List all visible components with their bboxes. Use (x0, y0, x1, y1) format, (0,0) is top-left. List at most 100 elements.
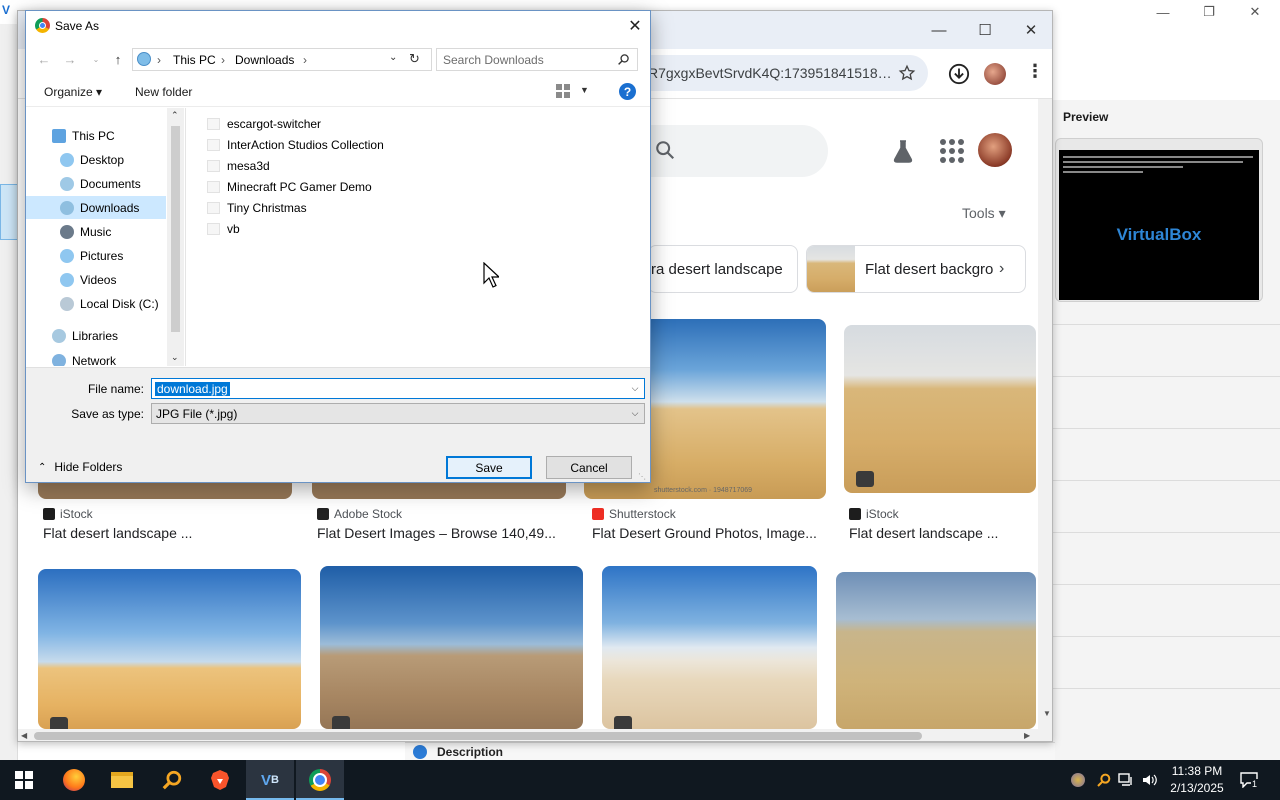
refresh-icon[interactable]: ↻ (409, 51, 420, 67)
nav-item-documents[interactable]: Documents (26, 172, 166, 195)
nav-item-downloads[interactable]: Downloads (26, 196, 166, 219)
page-horizontal-scrollbar[interactable]: ◀ ▶ (18, 729, 1052, 741)
resize-grip-icon[interactable]: ⋱ (638, 472, 646, 481)
recent-locations-chevron-icon[interactable]: ⌄ (86, 49, 106, 69)
folder-item[interactable]: escargot-switcher (207, 113, 321, 134)
address-dropdown-icon[interactable]: ⌄ (389, 52, 397, 63)
search-downloads-box[interactable] (436, 48, 638, 71)
nav-item-videos[interactable]: Videos (26, 268, 166, 291)
firefox-icon[interactable] (50, 760, 98, 800)
folder-item[interactable]: Minecraft PC Gamer Demo (207, 176, 372, 197)
back-arrow-icon[interactable]: ← (34, 49, 54, 69)
tray-app-icon[interactable] (1068, 770, 1088, 790)
breadcrumb-this-pc[interactable]: This PC (173, 53, 216, 67)
disk-icon (60, 296, 74, 311)
network-icon[interactable] (1116, 770, 1136, 790)
file-name-input[interactable]: download.jpg ⌵ (151, 378, 645, 399)
windows-start-icon[interactable] (0, 760, 48, 800)
labs-flask-icon[interactable] (892, 139, 914, 163)
nav-item-local-disk[interactable]: Local Disk (C:) (26, 292, 166, 315)
folder-item[interactable]: Tiny Christmas (207, 197, 307, 218)
search-icon[interactable] (654, 139, 676, 161)
chrome-close-icon[interactable]: ✕ (1008, 11, 1052, 49)
result-thumbnail[interactable] (38, 569, 301, 729)
notification-center-icon[interactable]: 1 (1236, 770, 1262, 790)
result-source[interactable]: iStock (43, 507, 93, 521)
taskbar-clock[interactable]: 11:38 PM 2/13/2025 (1166, 763, 1228, 797)
search-magnifier-icon[interactable] (148, 760, 196, 800)
save-button[interactable]: Save (446, 456, 532, 479)
horizontal-scroll-thumb[interactable] (34, 732, 922, 740)
folder-item[interactable]: mesa3d (207, 155, 270, 176)
volume-icon[interactable] (1140, 770, 1160, 790)
tray-search-icon[interactable] (1094, 770, 1114, 790)
profile-avatar[interactable] (984, 63, 1006, 85)
nav-item-this-pc[interactable]: This PC (26, 124, 166, 147)
close-icon[interactable]: ✕ (1232, 0, 1278, 24)
hide-folders-toggle[interactable]: ⌃ Hide Folders (38, 460, 122, 474)
forward-arrow-icon[interactable]: → (60, 49, 80, 69)
search-icon[interactable] (617, 53, 630, 66)
file-explorer-icon[interactable] (98, 760, 146, 800)
breadcrumb-downloads[interactable]: Downloads (235, 53, 294, 67)
tools-button[interactable]: Tools ▾ (962, 205, 1006, 222)
minimize-icon[interactable]: — (1140, 0, 1186, 24)
scroll-down-icon[interactable]: ⌄ (171, 352, 179, 363)
apps-grid-icon[interactable] (940, 139, 964, 163)
dialog-bottom-panel: File name: download.jpg ⌵ Save as type: … (26, 367, 650, 482)
result-caption[interactable]: Flat Desert Images – Browse 140,49... (317, 525, 569, 541)
scroll-left-icon[interactable]: ◀ (21, 731, 27, 740)
view-options-icon[interactable] (556, 84, 572, 98)
result-thumbnail[interactable] (844, 325, 1036, 493)
chrome-minimize-icon[interactable]: — (916, 11, 962, 49)
view-dropdown-icon[interactable]: ▼ (580, 85, 589, 95)
result-thumbnail[interactable] (320, 566, 583, 729)
result-source[interactable]: Shutterstock (592, 507, 676, 521)
address-breadcrumb[interactable]: › This PC › Downloads › ⌄ ↻ (132, 48, 432, 71)
scroll-down-icon[interactable]: ▼ (1043, 709, 1051, 718)
nav-scroll-thumb[interactable] (171, 126, 180, 332)
result-caption[interactable]: Flat desert landscape ... (849, 525, 1029, 541)
folder-item[interactable]: vb (207, 218, 240, 239)
result-caption[interactable]: Flat Desert Ground Photos, Image... (592, 525, 826, 541)
restore-icon[interactable]: ❐ (1186, 0, 1232, 24)
folder-item[interactable]: InterAction Studios Collection (207, 134, 384, 155)
save-type-dropdown-icon[interactable]: ⌵ (628, 406, 642, 421)
nav-item-libraries[interactable]: Libraries (26, 324, 166, 347)
related-chip-flat-desert[interactable]: Flat desert backgro › (806, 245, 1026, 293)
file-list: escargot-switcher InterAction Studios Co… (187, 108, 650, 366)
bookmark-star-icon[interactable] (898, 64, 916, 82)
virtualbox-icon[interactable]: VB (246, 760, 294, 800)
scroll-right-icon[interactable]: ▶ (1024, 731, 1030, 740)
nav-item-desktop[interactable]: Desktop (26, 148, 166, 171)
nav-pane-scrollbar[interactable]: ⌃ ⌄ (167, 108, 184, 366)
selected-vm-item[interactable] (0, 184, 18, 240)
new-folder-button[interactable]: New folder (135, 85, 192, 99)
result-thumbnail[interactable] (602, 566, 817, 729)
related-chip-sahara[interactable]: ra desert landscape (648, 245, 798, 293)
chrome-icon[interactable] (296, 760, 344, 800)
page-vertical-scrollbar[interactable]: ▼ (1038, 99, 1052, 729)
download-icon[interactable] (948, 63, 970, 85)
result-caption[interactable]: Flat desert landscape ... (43, 525, 293, 541)
result-thumbnail[interactable] (836, 572, 1036, 729)
google-account-avatar[interactable] (978, 133, 1012, 167)
up-arrow-icon[interactable]: ↑ (108, 49, 128, 69)
nav-item-music[interactable]: Music (26, 220, 166, 243)
scroll-up-icon[interactable]: ⌃ (171, 110, 179, 121)
chrome-menu-icon[interactable]: ⋮ (1026, 61, 1044, 82)
nav-item-network[interactable]: Network (26, 354, 166, 366)
brave-icon[interactable] (196, 760, 244, 800)
chevron-right-icon[interactable]: › (999, 260, 1004, 278)
organize-menu[interactable]: Organize ▾ (44, 85, 102, 99)
nav-item-pictures[interactable]: Pictures (26, 244, 166, 267)
save-as-type-select[interactable]: JPG File (*.jpg) ⌵ (151, 403, 645, 424)
file-name-dropdown-icon[interactable]: ⌵ (628, 381, 642, 396)
result-source[interactable]: iStock (849, 507, 899, 521)
chrome-maximize-icon[interactable]: ☐ (962, 11, 1008, 49)
search-downloads-input[interactable] (443, 52, 613, 68)
dialog-close-icon[interactable]: ✕ (622, 14, 648, 38)
cancel-button[interactable]: Cancel (546, 456, 632, 479)
result-source[interactable]: Adobe Stock (317, 507, 402, 521)
help-icon[interactable]: ? (619, 83, 636, 100)
